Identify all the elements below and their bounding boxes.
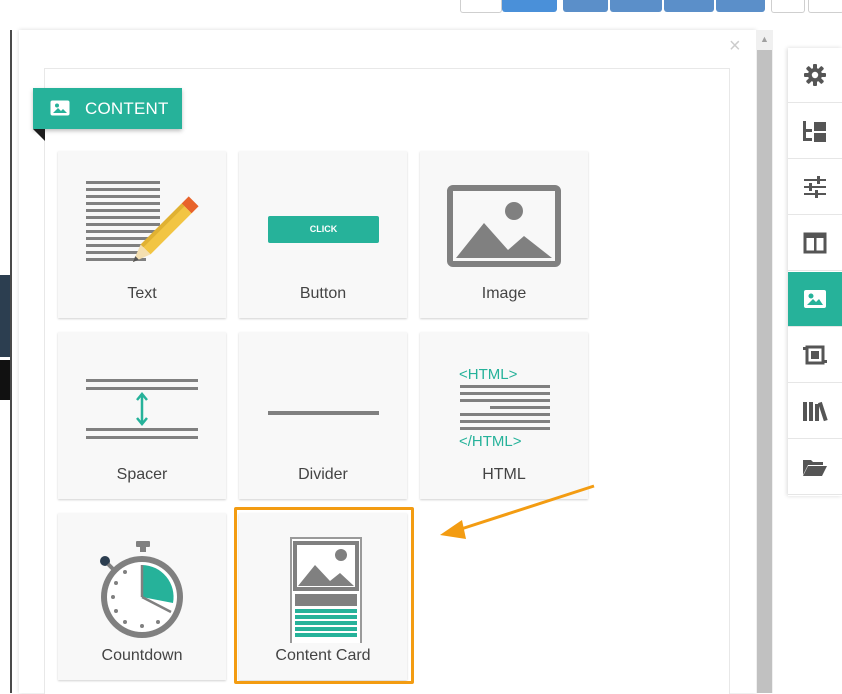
stopwatch-icon bbox=[100, 541, 183, 638]
toolbar-button-4[interactable] bbox=[610, 0, 662, 12]
toolbar-button-8[interactable] bbox=[808, 0, 842, 13]
tool-tile-label: Countdown bbox=[101, 647, 183, 664]
toolbar-button-7[interactable] bbox=[771, 0, 805, 13]
toolbar-button-3[interactable] bbox=[563, 0, 608, 12]
tool-tile-label: HTML bbox=[482, 466, 526, 483]
toolbar-button-6[interactable] bbox=[716, 0, 765, 12]
sidebar-item-library[interactable] bbox=[788, 384, 842, 439]
image-icon bbox=[447, 185, 561, 267]
toolbar-button-5[interactable] bbox=[664, 0, 714, 12]
button-sample-text: CLICK bbox=[309, 224, 338, 234]
image-icon bbox=[804, 290, 826, 308]
tool-tile-html[interactable]: <HTML> </HTML> HTML bbox=[420, 332, 588, 499]
tool-tile-spacer[interactable]: Spacer bbox=[58, 332, 226, 499]
right-sidebar bbox=[788, 48, 842, 496]
close-icon[interactable]: × bbox=[729, 36, 741, 56]
image-icon bbox=[50, 100, 70, 116]
tool-tile-label: Spacer bbox=[116, 466, 168, 483]
canvas-border bbox=[10, 30, 12, 693]
header-tag-fold bbox=[33, 129, 45, 141]
toolbar-button-2[interactable] bbox=[502, 0, 557, 12]
scrollbar-thumb[interactable] bbox=[757, 50, 772, 693]
tree-structure-icon bbox=[803, 121, 826, 142]
tool-tile-image[interactable]: Image bbox=[420, 151, 588, 318]
scroll-up-arrow-icon[interactable]: ▲ bbox=[756, 32, 773, 46]
content-card-highlight bbox=[234, 507, 414, 684]
canvas-black-block bbox=[0, 360, 10, 400]
tool-tile-divider[interactable]: Divider bbox=[239, 332, 407, 499]
sidebar-item-settings[interactable] bbox=[788, 48, 842, 103]
tool-tile-label: Divider bbox=[298, 466, 348, 483]
toolbar-button-1[interactable] bbox=[460, 0, 502, 13]
gear-icon bbox=[804, 64, 826, 86]
html-close-tag: </HTML> bbox=[459, 433, 522, 450]
divider-icon bbox=[268, 411, 379, 415]
sidebar-item-properties[interactable] bbox=[788, 160, 842, 215]
canvas-dark-block bbox=[0, 275, 10, 357]
top-toolbar bbox=[0, 0, 842, 30]
tool-tile-label: Image bbox=[481, 285, 527, 302]
sliders-icon bbox=[804, 176, 826, 198]
content-section-title: CONTENT bbox=[85, 99, 169, 118]
sidebar-item-layout[interactable] bbox=[788, 216, 842, 271]
tool-tile-button[interactable]: CLICK Button bbox=[239, 151, 407, 318]
tool-tile-text[interactable]: Text bbox=[58, 151, 226, 318]
tool-tile-countdown[interactable]: Countdown bbox=[58, 513, 226, 680]
tool-tile-label: Text bbox=[127, 285, 157, 302]
library-books-icon bbox=[803, 401, 828, 422]
folder-open-icon bbox=[803, 460, 827, 476]
sidebar-item-crop[interactable] bbox=[788, 328, 842, 383]
columns-icon bbox=[803, 232, 827, 254]
content-section-header: CONTENT bbox=[33, 88, 182, 129]
text-pencil-icon bbox=[86, 181, 199, 263]
spacer-icon bbox=[86, 379, 198, 439]
sidebar-item-structure[interactable] bbox=[788, 104, 842, 159]
crop-frame-icon bbox=[803, 345, 827, 365]
sidebar-item-files[interactable] bbox=[788, 440, 842, 495]
html-open-tag: <HTML> bbox=[459, 366, 518, 383]
tool-tile-label: Button bbox=[299, 285, 347, 302]
sidebar-item-content[interactable] bbox=[788, 272, 842, 327]
